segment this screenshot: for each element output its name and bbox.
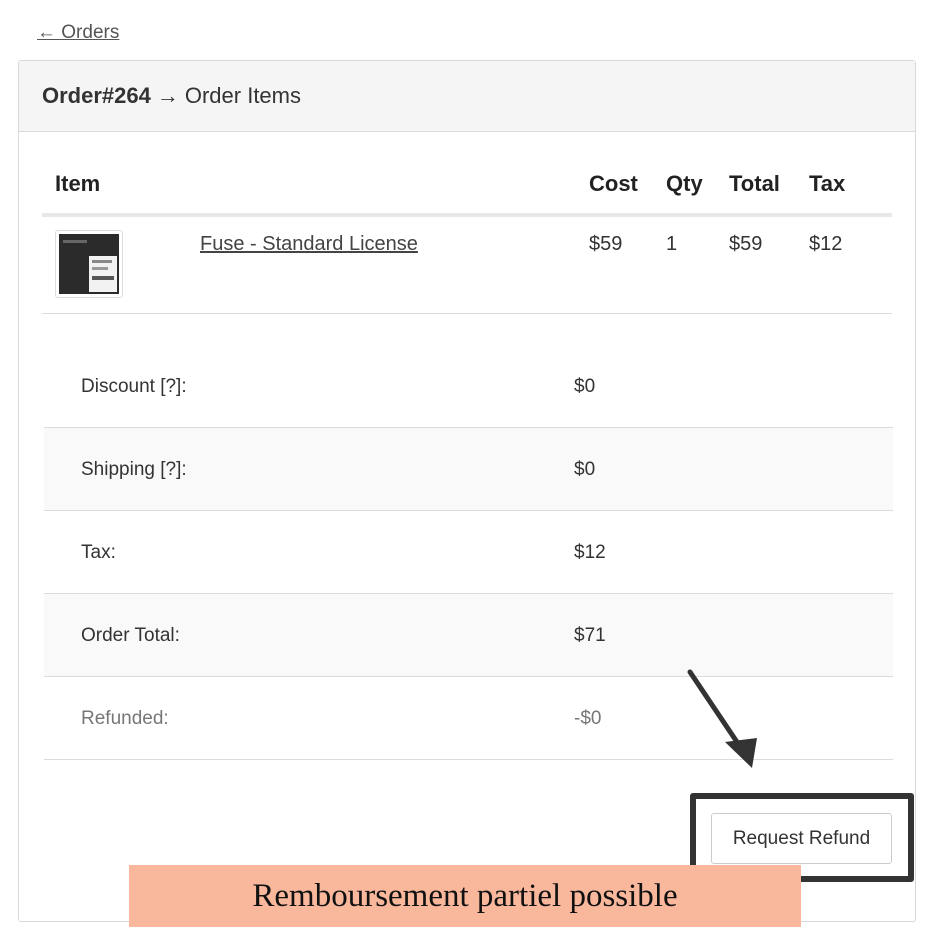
- annotation-caption: Remboursement partiel possible: [129, 865, 801, 927]
- request-refund-button[interactable]: Request Refund: [711, 813, 892, 864]
